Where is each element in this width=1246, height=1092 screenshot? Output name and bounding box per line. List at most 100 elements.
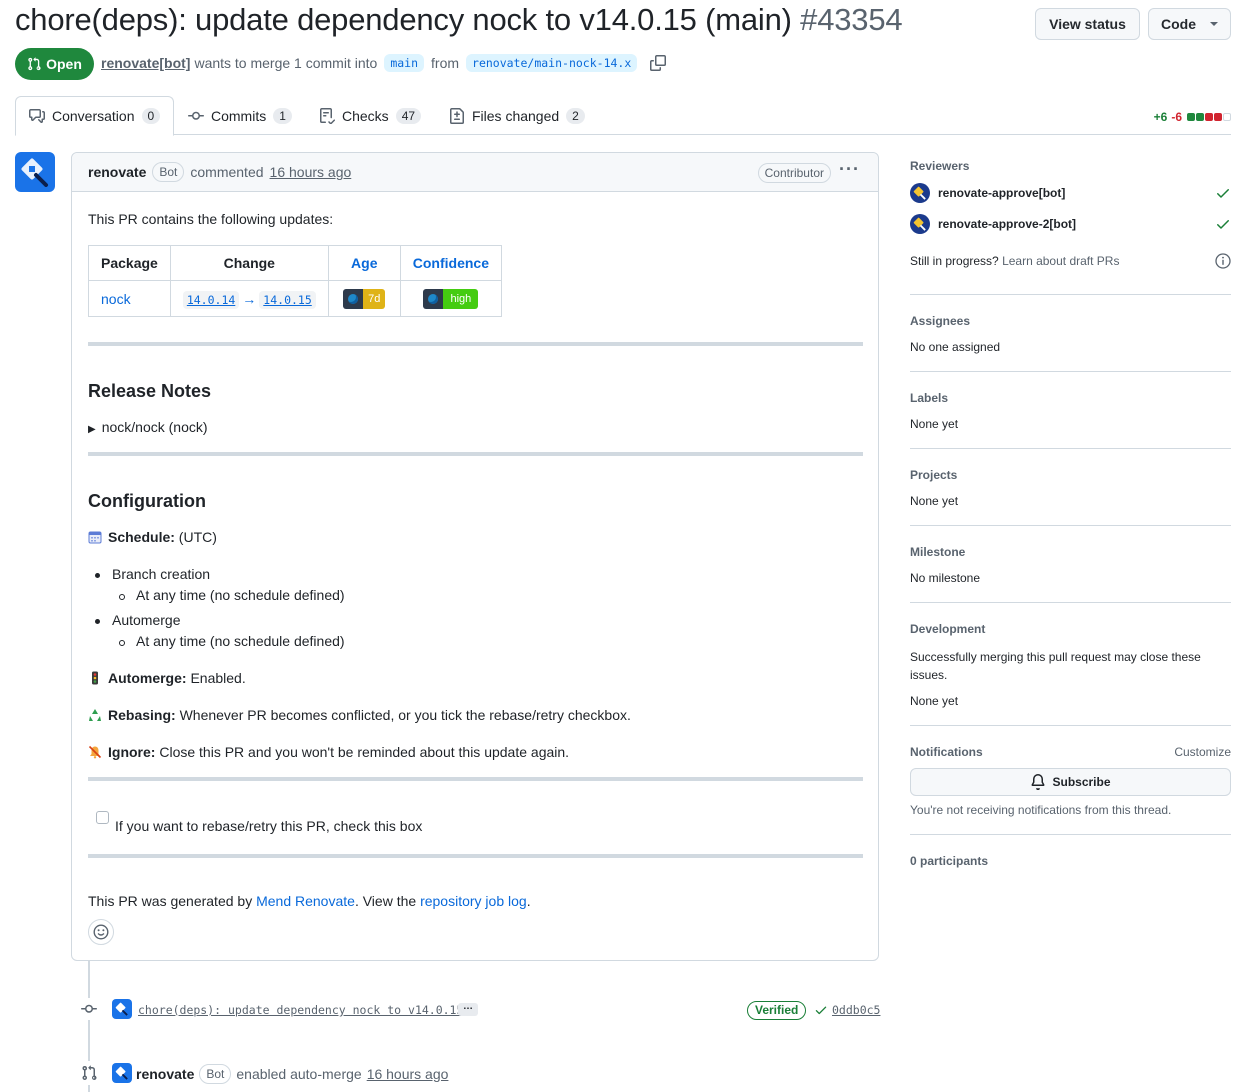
renovate-logo-icon	[913, 186, 926, 200]
from-version[interactable]: 14.0.14	[182, 290, 240, 309]
event-author[interactable]: renovate	[136, 1066, 194, 1082]
checklist-icon	[320, 107, 335, 124]
divider	[88, 777, 863, 781]
avatar[interactable]	[112, 1063, 132, 1083]
participants-count: 0 participants	[910, 854, 989, 868]
table-row: nock 14.0.14 → 14.0.15 7d high	[88, 280, 503, 317]
chevron-down-icon	[1210, 22, 1218, 26]
comment-author[interactable]: renovate	[88, 164, 146, 180]
schedule-line: Schedule: (UTC)	[88, 529, 217, 545]
diffstat-bar	[1186, 110, 1231, 124]
divider	[88, 854, 863, 858]
development-value: None yet	[910, 694, 959, 708]
comment-icon	[29, 109, 45, 123]
assignees-title[interactable]: Assignees	[910, 314, 1231, 328]
check-icon	[1217, 189, 1229, 198]
commit-message-link[interactable]: chore(deps): update dependency nock to v…	[138, 1003, 463, 1017]
reviewers-title[interactable]: Reviewers	[910, 159, 1231, 173]
comment-header: renovate Bot commented 16 hours ago Cont…	[72, 153, 878, 192]
rebase-checkbox[interactable]	[96, 811, 109, 824]
view-status-button[interactable]: View status	[1035, 8, 1140, 40]
col-age[interactable]: Age	[351, 255, 377, 271]
renovate-logo-icon	[115, 1066, 128, 1080]
timeline-commit-icon	[78, 998, 100, 1020]
code-button[interactable]: Code	[1148, 8, 1231, 40]
head-branch[interactable]: renovate/main-nock-14.x	[466, 54, 638, 72]
automerge-line: Automerge: Enabled.	[88, 670, 246, 686]
configuration-heading: Configuration	[88, 491, 206, 511]
divider	[910, 294, 1231, 295]
kebab-icon[interactable]: ···	[839, 159, 860, 180]
avatar	[910, 183, 930, 203]
verified-badge[interactable]: Verified	[747, 1001, 807, 1020]
triangle-right-icon: ▶	[88, 424, 96, 435]
tab-checks-count: 47	[395, 107, 422, 124]
pr-title-text: chore(deps): update dependency nock to v…	[15, 2, 792, 37]
development-text: Successfully merging this pull request m…	[910, 650, 1201, 682]
tab-commits[interactable]: Commits 1	[175, 96, 305, 135]
projects-title[interactable]: Projects	[910, 468, 1231, 482]
development-title[interactable]: Development	[910, 622, 1231, 636]
draft-link[interactable]: Learn about draft PRs	[1002, 254, 1119, 268]
notifications-status: You're not receiving notifications from …	[910, 803, 1172, 817]
reviewer-item[interactable]: renovate-approve-2[bot]	[910, 213, 1231, 235]
pr-meta: renovate[bot] wants to merge 1 commit in…	[101, 53, 667, 73]
avatar	[910, 214, 930, 234]
bell-icon	[1031, 774, 1045, 790]
commit-sha[interactable]: 0ddb0c5	[814, 1003, 880, 1017]
age-badge[interactable]: 7d	[343, 288, 386, 309]
renovate-logo-icon	[115, 1002, 128, 1016]
tab-files-changed[interactable]: Files changed 2	[436, 96, 598, 135]
footer-pre: This PR was generated by	[88, 893, 253, 909]
bot-label: Bot	[152, 162, 185, 182]
event-time[interactable]: 16 hours ago	[367, 1066, 449, 1082]
tab-conversation[interactable]: Conversation 0	[15, 96, 175, 136]
rebasing-value: Whenever PR becomes conflicted, or you t…	[179, 707, 631, 723]
comment-time[interactable]: 16 hours ago	[270, 164, 352, 180]
divider	[910, 525, 1231, 526]
subscribe-button[interactable]: Subscribe	[910, 768, 1231, 796]
event-action: enabled auto-merge	[236, 1066, 362, 1082]
package-link[interactable]: nock	[101, 291, 131, 307]
confidence-badge[interactable]: high	[423, 288, 479, 309]
labels-title[interactable]: Labels	[910, 391, 1231, 405]
base-branch[interactable]: main	[384, 54, 425, 72]
divider	[910, 448, 1231, 449]
projects-value: None yet	[910, 494, 959, 508]
footer-end: .	[526, 893, 531, 909]
schedule-value: (UTC)	[178, 529, 217, 545]
arrow: →	[242, 290, 257, 307]
commit-expand-button[interactable]: …	[458, 1002, 478, 1016]
bot-label: Bot	[199, 1064, 232, 1084]
tab-checks[interactable]: Checks 47	[306, 96, 434, 135]
commit-icon	[81, 1004, 97, 1013]
info-icon[interactable]	[1215, 253, 1231, 269]
ignore-value: Close this PR and you won't be reminded …	[159, 744, 570, 760]
footer-mid: . View the	[354, 893, 417, 909]
automerge-value: Enabled.	[190, 670, 246, 686]
reviewer-name: renovate-approve-2[bot]	[938, 217, 1077, 231]
to-version[interactable]: 14.0.15	[259, 290, 316, 309]
list-item: At any time (no schedule defined)	[119, 587, 345, 603]
avatar[interactable]	[112, 999, 132, 1019]
customize-link[interactable]: Customize	[910, 745, 1231, 759]
avatar[interactable]	[15, 152, 55, 192]
divider	[910, 371, 1231, 372]
additions-count: +6	[1153, 110, 1168, 124]
renovate-logo-icon	[913, 217, 926, 231]
copy-icon[interactable]	[650, 55, 667, 71]
check-icon	[815, 1006, 827, 1015]
reviewer-item[interactable]: renovate-approve[bot]	[910, 182, 1231, 204]
recycle-icon	[89, 709, 101, 721]
comment-action: commented	[190, 164, 264, 180]
no-bell-icon	[88, 745, 102, 759]
add-reaction-button[interactable]	[88, 919, 114, 945]
milestone-title[interactable]: Milestone	[910, 545, 1231, 559]
mend-renovate-link[interactable]: Mend Renovate	[256, 893, 355, 909]
divider	[88, 342, 863, 346]
release-notes-toggle[interactable]: ▶ nock/nock (nock)	[88, 419, 208, 435]
pr-author-link[interactable]: renovate[bot]	[101, 55, 190, 71]
reviewer-name: renovate-approve[bot]	[938, 186, 1066, 200]
col-confidence[interactable]: Confidence	[413, 255, 489, 271]
job-log-link[interactable]: repository job log	[420, 893, 527, 909]
